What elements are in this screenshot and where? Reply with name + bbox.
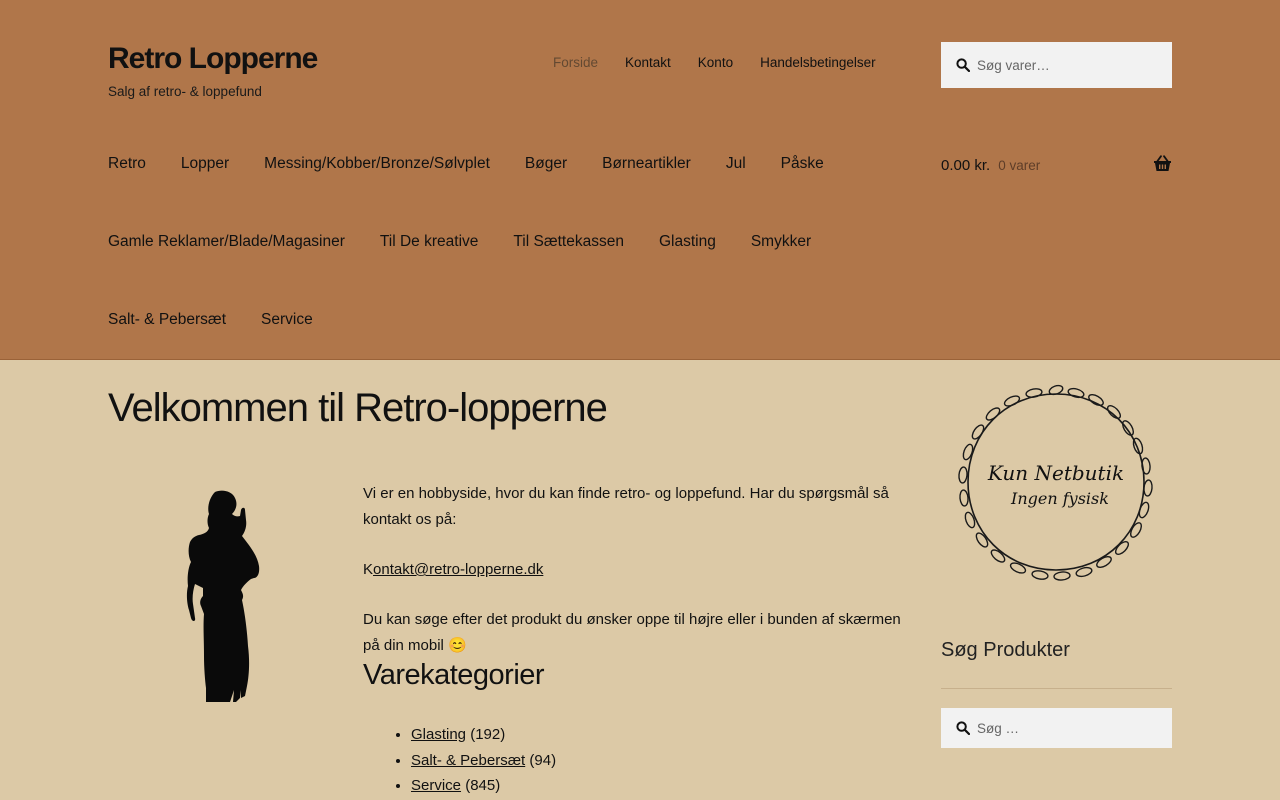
sidebar-search-input[interactable] <box>977 720 1157 736</box>
kun-netbutik-badge: Kun Netbutik Ingen fysisk <box>958 384 1153 581</box>
cart-summary[interactable]: 0.00 kr. 0 varer <box>941 155 1172 175</box>
main-nav: Retro Lopper Messing/Kobber/Bronze/Sølvp… <box>108 125 928 359</box>
main-nav-item[interactable]: Gamle Reklamer/Blade/Magasiner <box>108 233 345 251</box>
category-count: (192) <box>470 726 506 743</box>
main-nav-item[interactable]: Glasting <box>659 233 716 251</box>
intro-text: Vi er en hobbyside, hvor du kan finde re… <box>363 485 889 528</box>
header-search-input[interactable] <box>977 57 1157 73</box>
intro-content: Vi er en hobbyside, hvor du kan finde re… <box>363 481 903 659</box>
search-icon <box>956 721 970 735</box>
nav-link-konto[interactable]: Konto <box>698 55 733 70</box>
category-list: Glasting (192) Salt- & Pebersæt (94) Ser… <box>411 722 556 799</box>
main-nav-item[interactable]: Jul <box>726 155 746 173</box>
sidebar-search <box>941 708 1172 748</box>
site-tagline: Salg af retro- & loppefund <box>108 84 262 99</box>
category-item: Service (845) <box>411 773 556 799</box>
page-title: Velkommen til Retro-lopperne <box>108 386 608 430</box>
category-link[interactable]: Glasting <box>411 726 466 743</box>
nav-link-handelsbetingelser[interactable]: Handelsbetingelser <box>760 55 876 70</box>
contact-email-link[interactable]: ontakt@retro-lopperne.dk <box>373 561 543 578</box>
main-nav-item[interactable]: Til Sættekassen <box>513 233 624 251</box>
category-link[interactable]: Service <box>411 777 461 794</box>
badge-text-line1: Kun Netbutik <box>987 461 1124 485</box>
header-search <box>941 42 1172 88</box>
category-item: Salt- & Pebersæt (94) <box>411 748 556 774</box>
site-title[interactable]: Retro Lopperne <box>108 42 318 76</box>
categories-heading: Varekategorier <box>363 659 545 691</box>
site-header: Retro Lopperne Salg af retro- & loppefun… <box>0 0 1280 360</box>
cart-amount: 0.00 kr. <box>941 156 991 174</box>
main-nav-item[interactable]: Service <box>261 311 313 329</box>
email-prefix: K <box>363 561 374 578</box>
main-nav-item[interactable]: Smykker <box>751 233 811 251</box>
main-nav-item[interactable]: Lopper <box>181 155 229 173</box>
secondary-nav: Forside Kontakt Konto Handelsbetingelser <box>553 55 903 70</box>
main-nav-item[interactable]: Bøger <box>525 155 567 173</box>
main-nav-item[interactable]: Børneartikler <box>602 155 691 173</box>
main-nav-row: Retro Lopper Messing/Kobber/Bronze/Sølvp… <box>108 125 928 203</box>
main-nav-item[interactable]: Salt- & Pebersæt <box>108 311 226 329</box>
nav-link-forside[interactable]: Forside <box>553 55 598 70</box>
category-link[interactable]: Salt- & Pebersæt <box>411 752 525 769</box>
badge-text-line2: Ingen fysisk <box>1010 489 1109 508</box>
widget-divider <box>941 688 1172 689</box>
main-nav-row: Salt- & Pebersæt Service <box>108 281 928 359</box>
sidebar-widget-title: Søg Produkter <box>941 639 1070 661</box>
basket-icon <box>1154 155 1171 171</box>
contact-line: Kontakt@retro-lopperne.dk <box>363 557 903 583</box>
category-count: (94) <box>529 751 557 769</box>
main-nav-item[interactable]: Messing/Kobber/Bronze/Sølvplet <box>264 155 490 173</box>
woman-silhouette-image <box>186 490 260 702</box>
main-nav-item[interactable]: Til De kreative <box>380 233 478 251</box>
main-nav-item[interactable]: Retro <box>108 155 146 173</box>
nav-link-kontakt[interactable]: Kontakt <box>625 55 671 70</box>
main-nav-row: Gamle Reklamer/Blade/Magasiner Til De kr… <box>108 203 928 281</box>
search-hint-text: Du kan søge efter det produkt du ønsker … <box>363 611 901 654</box>
main-nav-item[interactable]: Påske <box>781 155 824 173</box>
category-count: (845) <box>465 777 501 794</box>
category-item: Glasting (192) <box>411 722 556 748</box>
cart-count: 0 varer <box>998 157 1041 173</box>
search-icon <box>956 58 970 72</box>
